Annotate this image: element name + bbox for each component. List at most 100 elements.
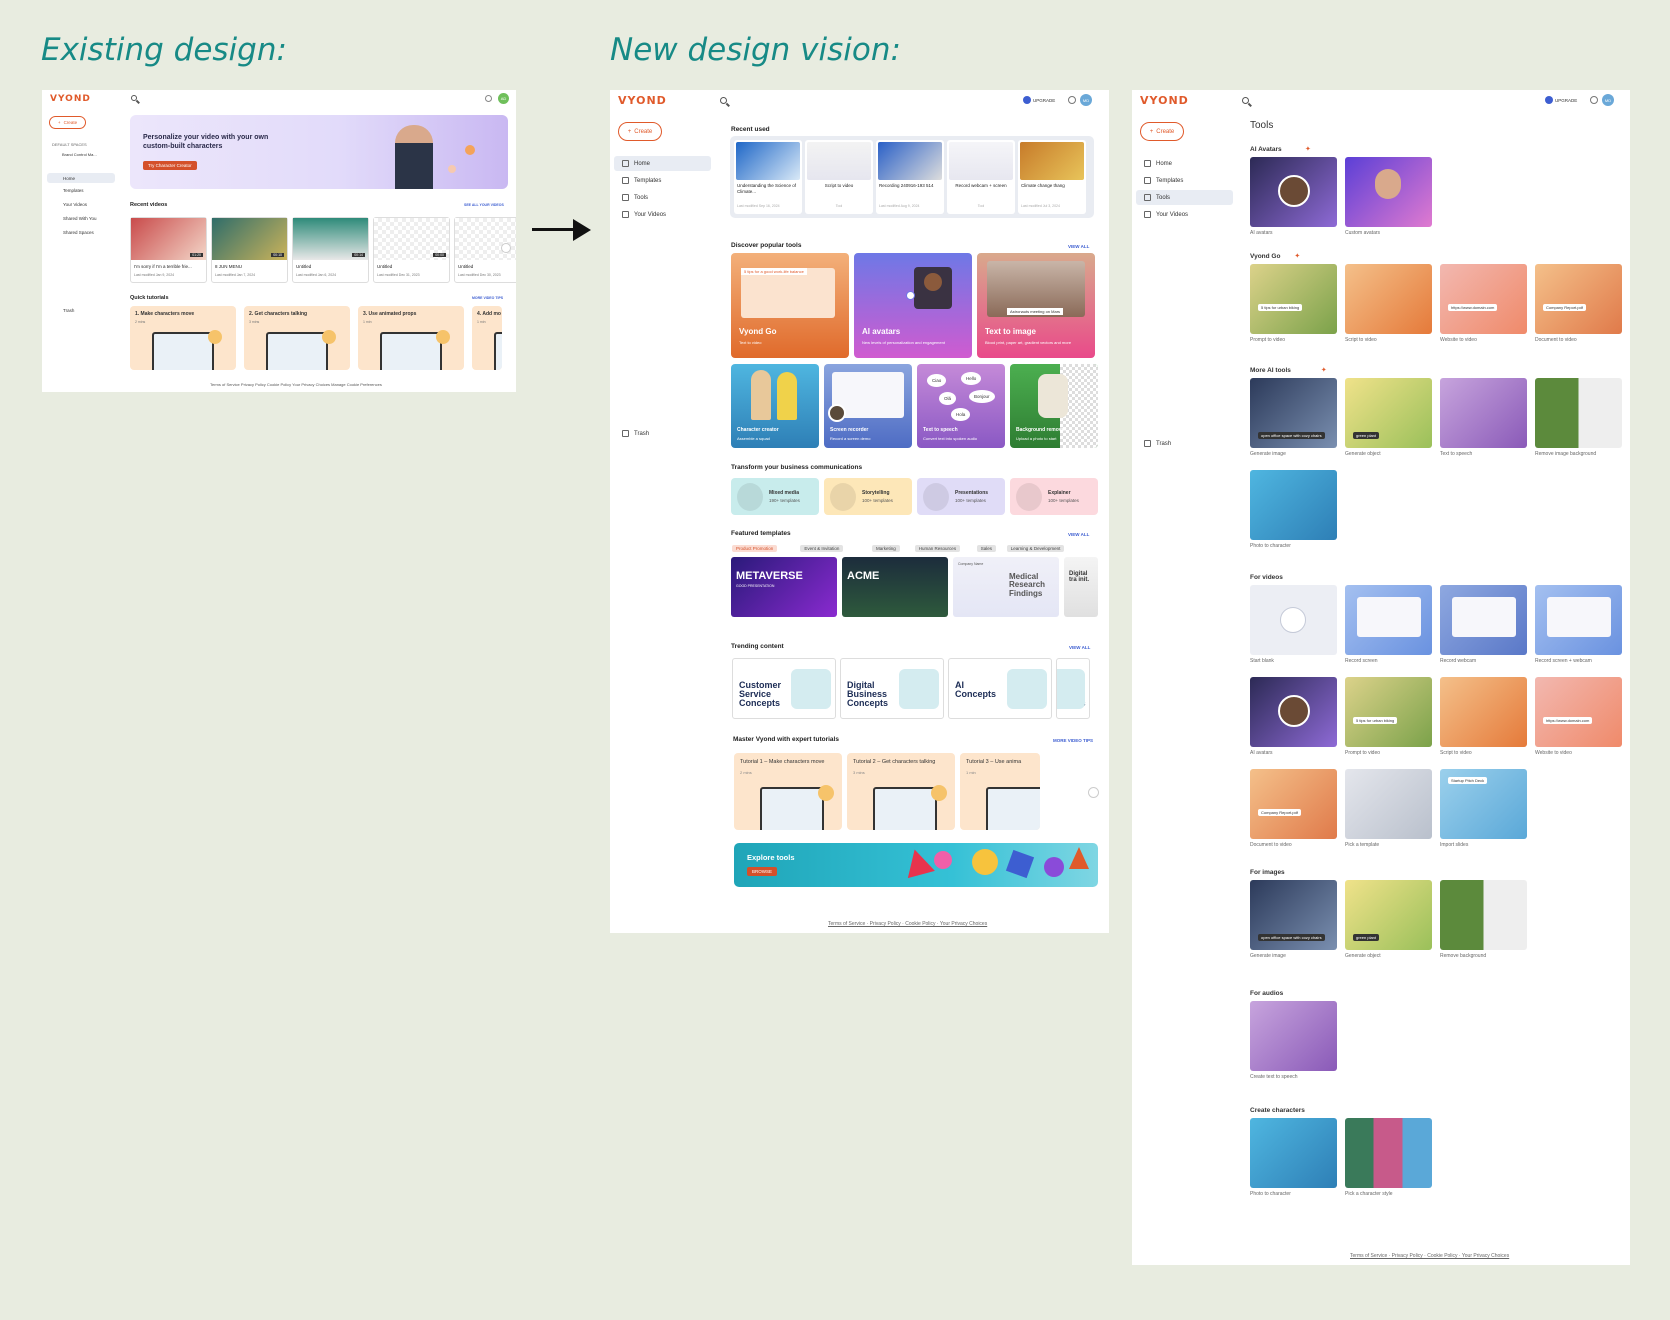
trending-card[interactable]: Digital Business Concepts xyxy=(840,658,944,719)
tool-thumbnail[interactable] xyxy=(1250,677,1337,747)
help-icon[interactable] xyxy=(1068,96,1076,104)
help-icon[interactable] xyxy=(1590,96,1598,104)
tool-thumbnail[interactable]: open office space with cozy chairs xyxy=(1250,880,1337,950)
small-tool-card[interactable]: Ciao Hello Olá Bonjour Hola Text to speech Con… xyxy=(917,364,1005,448)
tool-thumbnail[interactable] xyxy=(1345,1118,1432,1188)
upgrade-button[interactable]: UPGRADE xyxy=(1545,96,1577,104)
tool-thumbnail[interactable] xyxy=(1440,880,1527,950)
tool-thumbnail[interactable]: 5 tips for urban biking xyxy=(1250,264,1337,334)
tool-thumbnail[interactable] xyxy=(1345,585,1432,655)
tool-thumbnail[interactable]: Company Report.pdf xyxy=(1535,264,1622,334)
space-item[interactable]: Brand Control Ma... xyxy=(62,152,97,157)
tool-thumbnail[interactable]: https://www.domain.com xyxy=(1440,264,1527,334)
trending-card[interactable]: Customer Service Concepts xyxy=(732,658,836,719)
tool-thumbnail[interactable] xyxy=(1345,157,1432,227)
popular-tool-card[interactable]: Astronauts meeting on Mars Text to image B… xyxy=(977,253,1095,358)
recent-item-card[interactable]: Record webcam + screen Tool xyxy=(947,140,1015,214)
promo-banner[interactable]: Personalize your video with your own cus… xyxy=(130,115,508,189)
tutorial-card[interactable]: Tutorial 1 – Make characters move 2 mins xyxy=(734,753,842,830)
browse-button[interactable]: BROWSE xyxy=(747,867,778,876)
help-icon[interactable] xyxy=(485,95,492,102)
tutorial-card[interactable]: Tutorial 2 – Get characters talking 3 min… xyxy=(847,753,955,830)
nav-your-videos[interactable]: Your Videos xyxy=(63,202,87,207)
see-all-videos-link[interactable]: SEE ALL YOUR VIDEOS xyxy=(464,203,504,207)
user-avatar[interactable]: MD xyxy=(1602,94,1614,106)
tutorial-card[interactable]: 3. Use animated props 1 min xyxy=(358,306,464,370)
recent-item-card[interactable]: Understanding the Science of Climate... L… xyxy=(734,140,802,214)
business-category-card[interactable]: Explainer 100+ templates xyxy=(1010,478,1098,515)
create-button[interactable]: + Create xyxy=(618,122,662,141)
tool-thumbnail[interactable] xyxy=(1345,769,1432,839)
search-icon[interactable] xyxy=(1242,97,1249,104)
small-tool-card[interactable]: Character creator Assemble a squad xyxy=(731,364,819,448)
tool-thumbnail[interactable] xyxy=(1250,585,1337,655)
create-button[interactable]: + Create xyxy=(1140,122,1184,141)
nav-home[interactable]: Home xyxy=(1144,160,1172,167)
featured-template-card[interactable]: METAVERSE GOOD PRESENTATION xyxy=(731,557,837,617)
featured-template-card[interactable]: Digital tra init. xyxy=(1064,557,1098,617)
template-filter-chip[interactable]: Sales xyxy=(976,545,997,552)
carousel-next-icon[interactable] xyxy=(501,243,511,253)
recent-video-card[interactable]: I'm sorry if I'm a terrible frie... Last … xyxy=(130,217,207,283)
tool-thumbnail[interactable] xyxy=(1440,378,1527,448)
nav-home[interactable]: Home xyxy=(47,173,115,183)
popular-view-all[interactable]: VIEW ALL xyxy=(1068,244,1089,249)
search-icon[interactable] xyxy=(720,97,727,104)
tutorial-card[interactable]: 4. Add mo 1 min xyxy=(472,306,502,370)
nav-trash[interactable]: Trash xyxy=(63,308,74,313)
tutorial-card[interactable]: 2. Get characters talking 3 mins xyxy=(244,306,350,370)
nav-trash[interactable]: Trash xyxy=(1144,440,1171,447)
template-filter-chip[interactable]: Learning & Development xyxy=(1006,545,1065,552)
tool-thumbnail[interactable] xyxy=(1345,264,1432,334)
business-category-card[interactable]: Storytelling 100+ templates xyxy=(824,478,912,515)
popular-tool-card[interactable]: 5 tips for a good work-life balance Vyond… xyxy=(731,253,849,358)
recent-video-card[interactable]: 8 JUN MENU Last modified Jan 7, 2024 00:10 xyxy=(211,217,288,283)
featured-template-card[interactable]: ACME xyxy=(842,557,948,617)
tool-thumbnail[interactable]: 5 tips for urban biking xyxy=(1345,677,1432,747)
create-button[interactable]: + Create xyxy=(49,116,86,129)
template-filter-chip[interactable]: Human Resources xyxy=(914,545,961,552)
tool-thumbnail[interactable] xyxy=(1250,470,1337,540)
template-filter-chip[interactable]: Event & Invitation xyxy=(800,545,844,552)
tutorials-link[interactable]: MORE VIDEO TIPS xyxy=(1053,738,1093,743)
carousel-next-icon[interactable] xyxy=(1088,787,1099,798)
business-category-card[interactable]: Mixed media 190+ templates xyxy=(731,478,819,515)
recent-item-card[interactable]: Script to video Tool xyxy=(805,140,873,214)
tutorial-card[interactable]: 1. Make characters move 2 mins xyxy=(130,306,236,370)
featured-view-all[interactable]: VIEW ALL xyxy=(1068,532,1089,537)
search-icon[interactable] xyxy=(131,95,137,101)
nav-templates[interactable]: Templates xyxy=(63,188,84,193)
tool-thumbnail[interactable] xyxy=(1250,1001,1337,1071)
template-filter-chip[interactable]: Marketing xyxy=(872,545,900,552)
recent-item-card[interactable]: Climate change thang Last modified Jul 3,… xyxy=(1018,140,1086,214)
tools-footer[interactable]: Terms of Service · Privacy Policy · Cook… xyxy=(1350,1253,1509,1259)
nav-your-videos[interactable]: Your Videos xyxy=(622,211,666,218)
nav-your-videos[interactable]: Your Videos xyxy=(1144,211,1188,218)
user-avatar[interactable]: MD xyxy=(1080,94,1092,106)
small-tool-card[interactable]: Screen recorder Record a screen demo xyxy=(824,364,912,448)
nav-tools[interactable]: Tools xyxy=(622,194,648,201)
tool-thumbnail[interactable] xyxy=(1440,585,1527,655)
trending-card[interactable]: Da Acc Conc xyxy=(1056,658,1090,719)
tool-thumbnail[interactable]: open office space with cozy chairs xyxy=(1250,378,1337,448)
explore-tools-banner[interactable]: Explore tools BROWSE xyxy=(734,843,1098,887)
tool-thumbnail[interactable]: Company Report.pdf xyxy=(1250,769,1337,839)
tool-thumbnail[interactable]: Startup Pitch Deck xyxy=(1440,769,1527,839)
tool-thumbnail[interactable] xyxy=(1440,677,1527,747)
nav-shared-with-you[interactable]: Shared With You xyxy=(63,216,97,221)
nav-trash[interactable]: Trash xyxy=(622,430,649,437)
recent-video-card[interactable]: Untitled Last modified Jan 6, 2024 00:14 xyxy=(292,217,369,283)
nav-tools[interactable]: Tools xyxy=(1136,190,1233,205)
nav-shared-spaces[interactable]: Shared Spaces xyxy=(63,230,94,235)
tool-thumbnail[interactable]: green plant xyxy=(1345,880,1432,950)
tool-thumbnail[interactable] xyxy=(1535,585,1622,655)
tool-thumbnail[interactable] xyxy=(1535,378,1622,448)
template-filter-chip[interactable]: Product Promotion xyxy=(732,545,778,552)
nav-home[interactable]: Home xyxy=(614,156,711,171)
tool-thumbnail[interactable]: https://www.domain.com xyxy=(1535,677,1622,747)
upgrade-button[interactable]: UPGRADE xyxy=(1023,96,1055,104)
business-category-card[interactable]: Presentations 100+ templates xyxy=(917,478,1005,515)
nav-templates[interactable]: Templates xyxy=(1144,177,1183,184)
recent-video-card[interactable]: Untitled Last modified Dec 31, 2023 00:00 xyxy=(373,217,450,283)
home-footer[interactable]: Terms of Service · Privacy Policy · Cook… xyxy=(828,921,987,927)
